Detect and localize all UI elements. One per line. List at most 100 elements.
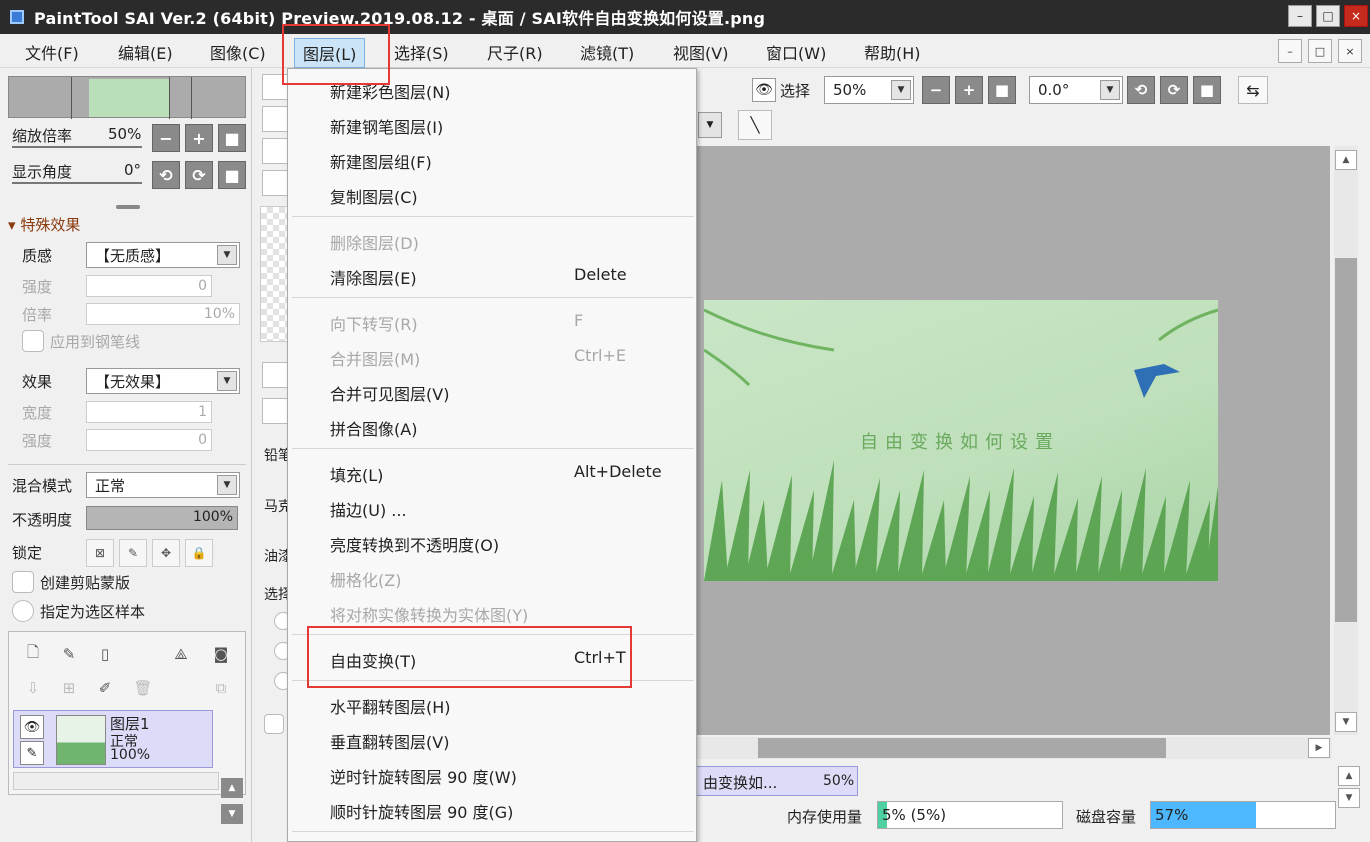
tool-slot[interactable]: [262, 362, 290, 388]
menu-flatten-image[interactable]: 拼合图像(A): [330, 416, 417, 440]
menu-new-layer-group[interactable]: 新建图层组(F): [330, 149, 432, 173]
effects-header[interactable]: ▾ 特殊效果: [8, 214, 80, 235]
eye-icon[interactable]: 👁: [20, 715, 44, 739]
zoom-out-button[interactable]: −: [922, 76, 950, 104]
menu-filter[interactable]: 滤镜(T): [580, 40, 634, 64]
scale-field[interactable]: 10%: [86, 303, 240, 325]
clear-layer-icon[interactable]: ✐: [95, 678, 115, 698]
flip-view-icon[interactable]: ⇆: [1238, 76, 1268, 104]
document-tab[interactable]: 由变换如... 50%: [696, 766, 858, 796]
canvas-hscroll[interactable]: ▶: [696, 737, 1332, 759]
layer-mask-icon[interactable]: ◙: [211, 644, 231, 664]
merge-down-icon[interactable]: ⊞: [59, 678, 79, 698]
close-button[interactable]: ×: [1344, 5, 1368, 27]
rotate-reset-button[interactable]: ■: [218, 161, 246, 189]
lock-transparency-icon[interactable]: ⊠: [86, 539, 114, 567]
menu-view[interactable]: 视图(V): [673, 40, 728, 64]
lock-all-icon[interactable]: 🔒: [185, 539, 213, 567]
zoom-select[interactable]: 50% ▼: [824, 76, 914, 104]
pencil-icon[interactable]: ✎: [20, 741, 44, 765]
strength2-field[interactable]: 0: [86, 429, 212, 451]
chevron-down-icon[interactable]: ▼: [698, 112, 722, 138]
menu-new-pen-layer[interactable]: 新建钢笔图层(I): [330, 114, 443, 138]
lock-move-icon[interactable]: ✥: [152, 539, 180, 567]
menu-merge-down[interactable]: 合并图层(M): [330, 346, 420, 370]
menu-delete-layer[interactable]: 删除图层(D): [330, 230, 419, 254]
tool-slot[interactable]: [262, 138, 290, 164]
transfer-down-icon[interactable]: ⇩: [23, 678, 43, 698]
doc-restore-button[interactable]: □: [1308, 39, 1332, 63]
canvas-vscroll[interactable]: ▲ ▼: [1334, 146, 1358, 735]
effect-select[interactable]: 【无效果】 ▼: [86, 368, 240, 394]
menu-file[interactable]: 文件(F): [25, 40, 79, 64]
menu-stroke[interactable]: 描边(U) ...: [330, 497, 407, 521]
clip-mask-checkbox[interactable]: [12, 571, 34, 593]
menu-merge-visible[interactable]: 合并可见图层(V): [330, 381, 449, 405]
zoom-reset-button[interactable]: ■: [218, 124, 246, 152]
eye-icon[interactable]: 👁: [752, 78, 776, 102]
vscroll-thumb[interactable]: [1335, 258, 1357, 622]
menu-fill[interactable]: 填充(L): [330, 462, 383, 486]
selection-sample-checkbox[interactable]: [12, 600, 34, 622]
rotate-reset-button[interactable]: ■: [1193, 76, 1221, 104]
zoom-slider[interactable]: [12, 146, 142, 148]
rotate-cw-button[interactable]: ⟳: [185, 161, 213, 189]
menu-transfer-down[interactable]: 向下转写(R): [330, 311, 418, 335]
navigator-preview[interactable]: [8, 76, 246, 119]
layer-effects-icon[interactable]: ⟁: [171, 644, 191, 664]
tool-slot[interactable]: [262, 106, 290, 132]
scroll-down-icon[interactable]: ▼: [1335, 712, 1357, 732]
hscroll-thumb[interactable]: [758, 738, 1166, 758]
width-field[interactable]: 1: [86, 401, 212, 423]
trash-icon[interactable]: 🗑: [133, 678, 153, 698]
opacity-slider[interactable]: 100%: [86, 506, 238, 530]
menu-window[interactable]: 窗口(W): [766, 40, 826, 64]
texture-select[interactable]: 【无质感】 ▼: [86, 242, 240, 268]
menu-duplicate-layer[interactable]: 复制图层(C): [330, 184, 418, 208]
layer-scroll-up-icon[interactable]: ▲: [221, 778, 243, 798]
line-tool-icon[interactable]: ╲: [738, 110, 772, 140]
new-pen-layer-icon[interactable]: ✎: [59, 644, 79, 664]
menu-select[interactable]: 选择(S): [394, 40, 449, 64]
menu-image[interactable]: 图像(C): [210, 40, 266, 64]
brush-item[interactable]: 铅笔: [264, 445, 288, 465]
menu-flip-horizontal[interactable]: 水平翻转图层(H): [330, 694, 451, 718]
new-folder-icon[interactable]: ▯: [95, 644, 115, 664]
menu-flip-vertical[interactable]: 垂直翻转图层(V): [330, 729, 449, 753]
menu-convert-symmetry[interactable]: 将对称实像转换为实体图(Y): [330, 602, 528, 626]
menu-ruler[interactable]: 尺子(R): [487, 40, 543, 64]
brush-item[interactable]: 选择: [264, 584, 288, 604]
brush-item[interactable]: 马克: [264, 496, 288, 516]
scroll-right-icon[interactable]: ▶: [1308, 738, 1330, 758]
brush-item[interactable]: 油漆: [264, 546, 288, 566]
minimize-button[interactable]: –: [1288, 5, 1312, 27]
doc-close-button[interactable]: ×: [1338, 39, 1362, 63]
blend-mode-select[interactable]: 正常 ▼: [86, 472, 240, 498]
new-layer-icon[interactable]: 🗋: [23, 643, 43, 664]
angle-select[interactable]: 0.0° ▼: [1029, 76, 1123, 104]
tool-slot[interactable]: [262, 398, 290, 424]
rotate-ccw-button[interactable]: ⟲: [1127, 76, 1155, 104]
menu-luminance-to-opacity[interactable]: 亮度转换到不透明度(O): [330, 532, 499, 556]
mask-apply-icon[interactable]: ⧉: [211, 678, 231, 698]
menu-edit[interactable]: 编辑(E): [118, 40, 173, 64]
color-preview[interactable]: [260, 206, 288, 342]
zoom-in-button[interactable]: +: [185, 124, 213, 152]
canvas-image[interactable]: 自由变换如何设置: [704, 300, 1218, 581]
menu-rotate-cw-90[interactable]: 顺时针旋转图层 90 度(G): [330, 799, 513, 823]
apply-pen-checkbox[interactable]: [22, 330, 44, 352]
panel-resize-handle[interactable]: [116, 205, 140, 209]
option-checkbox[interactable]: [264, 714, 284, 734]
menu-rotate-ccw-90[interactable]: 逆时针旋转图层 90 度(W): [330, 764, 517, 788]
rotate-ccw-button[interactable]: ⟲: [152, 161, 180, 189]
angle-slider[interactable]: [12, 182, 142, 184]
scroll-up-icon[interactable]: ▲: [1338, 766, 1360, 786]
layer-scroll-down-icon[interactable]: ▼: [221, 804, 243, 824]
scroll-down-icon[interactable]: ▼: [1338, 788, 1360, 808]
zoom-out-button[interactable]: −: [152, 124, 180, 152]
doc-minimize-button[interactable]: –: [1278, 39, 1302, 63]
menu-help[interactable]: 帮助(H): [864, 40, 921, 64]
menu-clear-layer[interactable]: 清除图层(E): [330, 265, 417, 289]
lock-paint-icon[interactable]: ✎: [119, 539, 147, 567]
zoom-reset-button[interactable]: ■: [988, 76, 1016, 104]
